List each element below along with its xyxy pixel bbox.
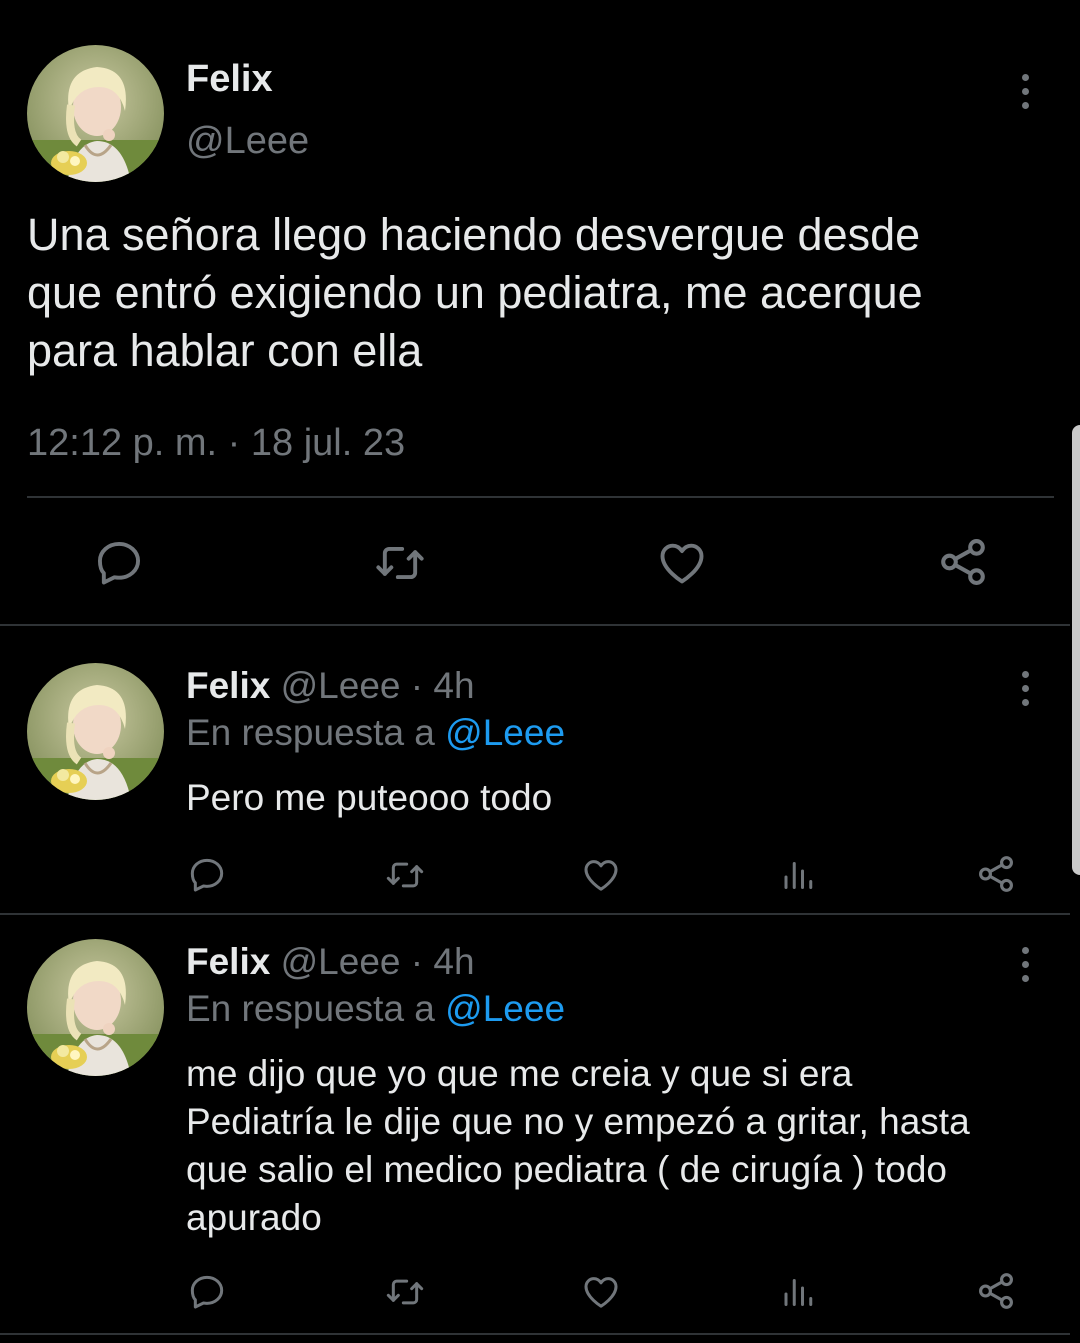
author-handle-time[interactable]: @Leee · 4h [281,665,475,706]
like-icon[interactable] [656,537,708,589]
like-icon[interactable] [581,1272,621,1312]
reply-to-link[interactable]: @Leee [445,712,565,753]
reply-text: Pero me puteooo todo [186,774,552,822]
avatar-image [27,663,164,800]
more-options-icon[interactable] [1019,947,1031,982]
reply-text-line: Pediatría le dije que no y empezó a grit… [186,1101,970,1142]
tweet-text: Una señora llego haciendo desvergue desd… [27,206,923,380]
reply-icon[interactable] [93,537,145,589]
retweet-icon[interactable] [371,537,429,589]
reply-header: Felix @Leee · 4h [186,665,475,707]
share-icon[interactable] [975,853,1017,895]
divider [0,1333,1070,1335]
reply-icon[interactable] [187,1272,227,1312]
reply-text-line: me dijo que yo que me creia y que si era [186,1053,853,1094]
reply-text-line: que salio el medico pediatra ( de cirugí… [186,1149,947,1190]
more-options-icon[interactable] [1019,671,1031,706]
author-name[interactable]: Felix [186,58,273,101]
tweet-text-line: para hablar con ella [27,325,423,376]
avatar-image [27,939,164,1076]
avatar[interactable] [27,939,164,1076]
reply-header: Felix @Leee · 4h [186,941,475,983]
avatar[interactable] [27,663,164,800]
author-name[interactable]: Felix [186,665,270,706]
share-icon[interactable] [975,1270,1017,1312]
reply-to-link[interactable]: @Leee [445,988,565,1029]
author-name[interactable]: Felix [186,941,270,982]
reply-context: En respuesta a @Leee [186,988,565,1030]
avatar[interactable] [27,45,164,182]
tweet-timestamp[interactable]: 12:12 p. m. · 18 jul. 23 [27,422,405,465]
views-icon[interactable] [780,855,816,893]
retweet-icon[interactable] [383,855,427,895]
scrollbar[interactable] [1072,425,1080,875]
divider [0,624,1070,626]
reply-context-label: En respuesta a [186,988,435,1029]
reply-context: En respuesta a @Leee [186,712,565,754]
author-handle-time[interactable]: @Leee · 4h [281,941,475,982]
reply-icon[interactable] [187,855,227,895]
more-options-icon[interactable] [1019,74,1031,109]
avatar-image [27,45,164,182]
tweet-text-line: Una señora llego haciendo desvergue desd… [27,209,921,260]
reply-context-label: En respuesta a [186,712,435,753]
like-icon[interactable] [581,855,621,895]
reply-text: me dijo que yo que me creia y que si era… [186,1050,970,1242]
divider [0,913,1070,915]
share-icon[interactable] [936,535,990,589]
views-icon[interactable] [780,1272,816,1310]
tweet-text-line: que entró exigiendo un pediatra, me acer… [27,267,923,318]
retweet-icon[interactable] [383,1272,427,1312]
reply-text-line: Pero me puteooo todo [186,777,553,818]
reply-text-line: apurado [186,1197,322,1238]
author-handle[interactable]: @Leee [186,120,309,163]
divider [27,496,1054,498]
